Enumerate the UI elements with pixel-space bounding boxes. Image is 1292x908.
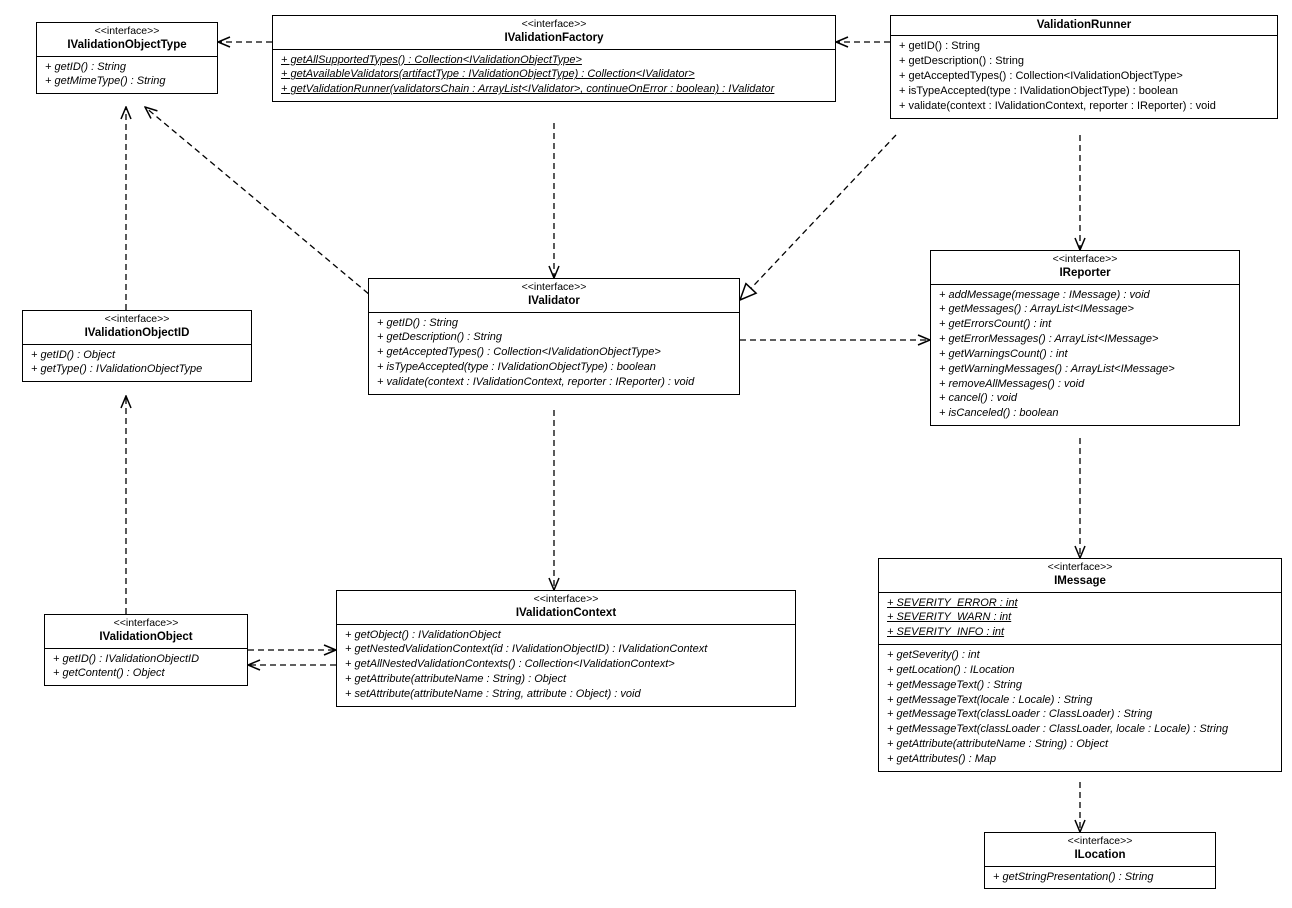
operations: + getSeverity() : int + getLocation() : … [879, 644, 1281, 771]
class-title: <<interface>> ILocation [985, 833, 1215, 867]
class-title: <<interface>> IValidationContext [337, 591, 795, 625]
operations: + getID() : String + getDescription() : … [891, 36, 1277, 117]
operations: + getObject() : IValidationObject + getN… [337, 625, 795, 706]
class-ivalidationfactory: <<interface>> IValidationFactory + getAl… [272, 15, 836, 102]
class-ivalidationobjecttype: <<interface>> IValidationObjectType + ge… [36, 22, 218, 94]
class-ivalidationobjectid: <<interface>> IValidationObjectID + getI… [22, 310, 252, 382]
operations: + getAllSupportedTypes() : Collection<IV… [273, 50, 835, 102]
operations: + getID() : IValidationObjectID + getCon… [45, 649, 247, 686]
class-title: <<interface>> IValidationObjectID [23, 311, 251, 345]
class-imessage: <<interface>> IMessage + SEVERITY_ERROR … [878, 558, 1282, 772]
class-title: <<interface>> IValidationObject [45, 615, 247, 649]
operations: + getID() : Object + getType() : IValida… [23, 345, 251, 382]
class-title: <<interface>> IMessage [879, 559, 1281, 593]
operations: + getID() : String + getMimeType() : Str… [37, 57, 217, 94]
class-ivalidationobject: <<interface>> IValidationObject + getID(… [44, 614, 248, 686]
operations: + getID() : String + getDescription() : … [369, 313, 739, 394]
class-title: <<interface>> IValidator [369, 279, 739, 313]
class-ivalidationcontext: <<interface>> IValidationContext + getOb… [336, 590, 796, 707]
operations: + addMessage(message : IMessage) : void … [931, 285, 1239, 426]
uml-arrows-layer [0, 0, 1292, 908]
operations: + getStringPresentation() : String [985, 867, 1215, 889]
class-ireporter: <<interface>> IReporter + addMessage(mes… [930, 250, 1240, 426]
class-title: ValidationRunner [891, 16, 1277, 36]
class-ilocation: <<interface>> ILocation + getStringPrese… [984, 832, 1216, 889]
class-title: <<interface>> IReporter [931, 251, 1239, 285]
class-validationrunner: ValidationRunner + getID() : String + ge… [890, 15, 1278, 119]
class-title: <<interface>> IValidationFactory [273, 16, 835, 50]
class-title: <<interface>> IValidationObjectType [37, 23, 217, 57]
class-ivalidator: <<interface>> IValidator + getID() : Str… [368, 278, 740, 395]
attributes: + SEVERITY_ERROR : int + SEVERITY_WARN :… [879, 593, 1281, 645]
